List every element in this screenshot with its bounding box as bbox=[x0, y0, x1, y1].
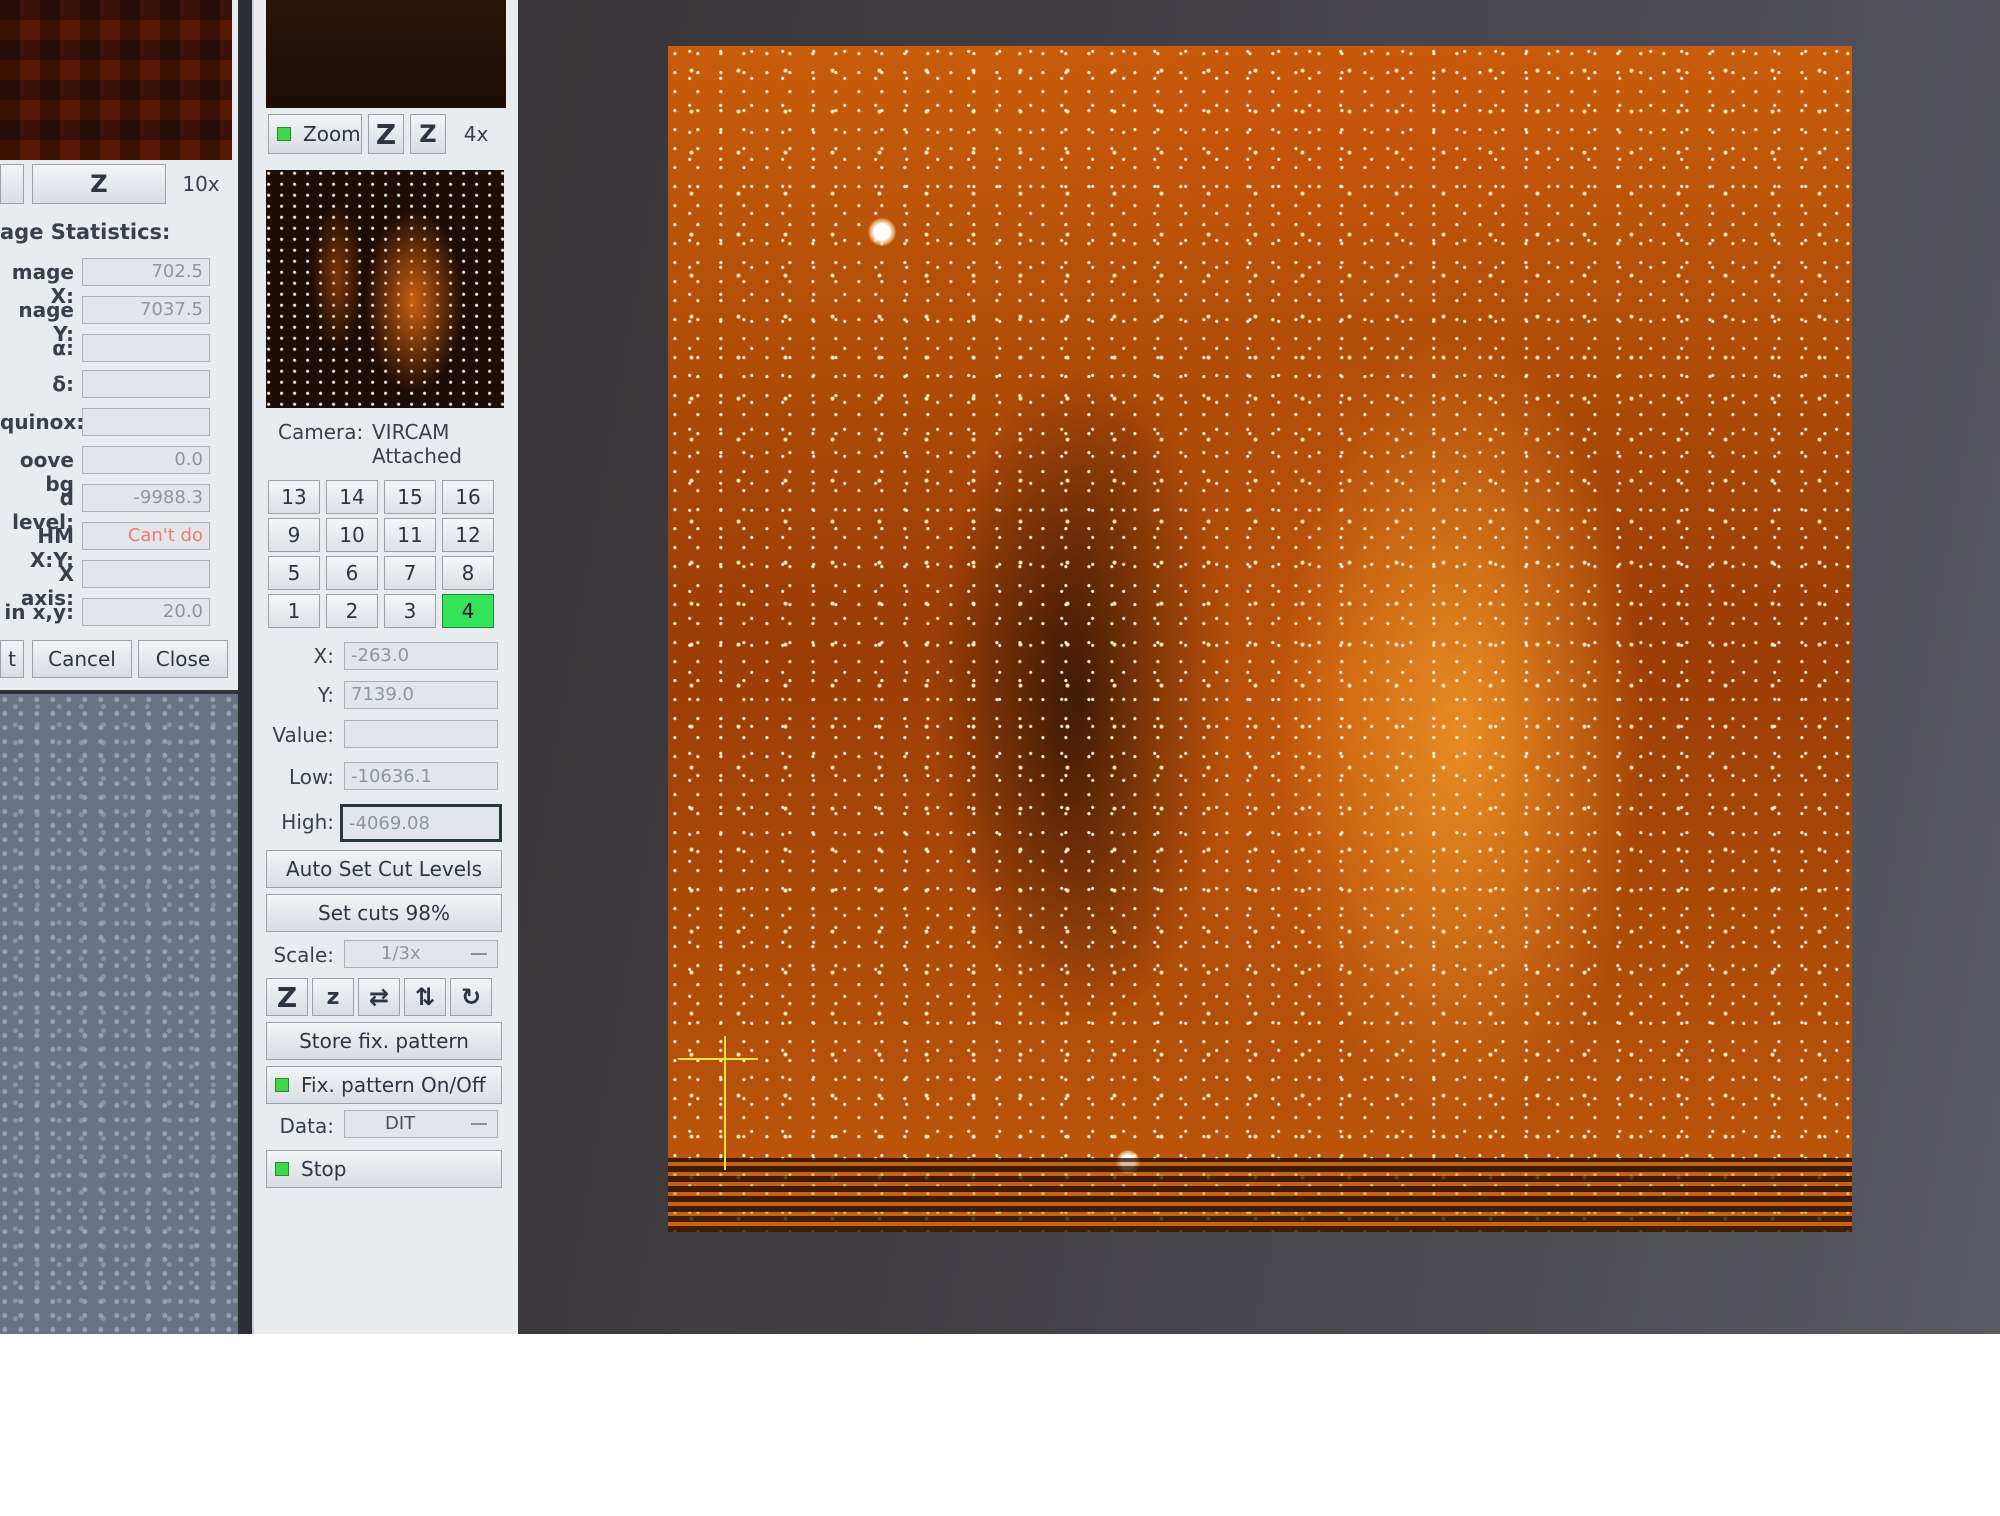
dropdown-icon bbox=[471, 953, 487, 955]
x-label: X: bbox=[313, 644, 334, 668]
detector-button-7[interactable]: 7 bbox=[384, 556, 436, 590]
camera-name: VIRCAM bbox=[372, 420, 450, 444]
detector-button-13[interactable]: 13 bbox=[268, 480, 320, 514]
crosshair-vertical bbox=[724, 1036, 726, 1170]
zoom-in-icon-button[interactable]: Z bbox=[266, 978, 308, 1016]
stats-window: Z 10x age Statistics: mage X: 702.5 nage Y… bbox=[0, 0, 242, 690]
detector-button-16[interactable]: 16 bbox=[442, 480, 494, 514]
data-select[interactable]: DIT bbox=[344, 1110, 498, 1138]
stat-value bbox=[82, 408, 210, 436]
data-label: Data: bbox=[279, 1114, 335, 1138]
stat-value: 7037.5 bbox=[82, 296, 210, 324]
desktop-background bbox=[0, 694, 238, 1334]
bright-star bbox=[868, 218, 896, 246]
low-input[interactable] bbox=[344, 762, 498, 790]
stat-value: 702.5 bbox=[82, 258, 210, 286]
y-field: 7139.0 bbox=[344, 681, 498, 709]
detector-button-11[interactable]: 11 bbox=[384, 518, 436, 552]
stat-value: 20.0 bbox=[82, 598, 210, 626]
fix-pattern-led-icon bbox=[275, 1078, 289, 1092]
stat-value bbox=[82, 370, 210, 398]
high-label: High: bbox=[281, 810, 334, 834]
stats-zoom-button[interactable]: Z bbox=[32, 164, 166, 204]
y-label: Y: bbox=[317, 683, 334, 707]
detector-button-2[interactable]: 2 bbox=[326, 594, 378, 628]
value-field bbox=[344, 720, 498, 748]
detector-button-14[interactable]: 14 bbox=[326, 480, 378, 514]
monitor-screen: Z 10x age Statistics: mage X: 702.5 nage Y… bbox=[0, 0, 2000, 1334]
stop-toggle[interactable]: Stop bbox=[266, 1150, 502, 1188]
stat-label: δ: bbox=[52, 372, 74, 396]
stat-value: 0.0 bbox=[82, 446, 210, 474]
stat-label: α: bbox=[52, 336, 74, 360]
crosshair-horizontal bbox=[678, 1058, 758, 1060]
panel-zoom-factor: 4x bbox=[463, 122, 489, 146]
window-gap bbox=[238, 0, 252, 1334]
cancel-button[interactable]: Cancel bbox=[32, 640, 132, 678]
stats-prev-button[interactable] bbox=[0, 164, 24, 204]
detector-button-9[interactable]: 9 bbox=[268, 518, 320, 552]
low-label: Low: bbox=[288, 765, 334, 789]
camera-status: Attached bbox=[372, 444, 462, 468]
detector-button-8[interactable]: 8 bbox=[442, 556, 494, 590]
stats-left-button[interactable]: t bbox=[0, 640, 24, 678]
zoom-in-button[interactable]: Z bbox=[368, 114, 404, 154]
dropdown-icon bbox=[471, 1123, 487, 1125]
detector-grid: 13 14 15 16 9 10 11 12 5 6 7 8 1 2 3 4 bbox=[266, 478, 506, 634]
detector-button-6[interactable]: 6 bbox=[326, 556, 378, 590]
detector-button-15[interactable]: 15 bbox=[384, 480, 436, 514]
stat-value bbox=[82, 560, 210, 588]
stat-value: -9988.3 bbox=[82, 484, 210, 512]
stat-value bbox=[82, 334, 210, 362]
rotate-icon[interactable]: ↻ bbox=[450, 978, 492, 1016]
stats-zoom-preview bbox=[0, 0, 232, 160]
flip-horizontal-icon[interactable]: ⇄ bbox=[358, 978, 400, 1016]
main-image-canvas[interactable] bbox=[668, 46, 1852, 1232]
detector-button-12[interactable]: 12 bbox=[442, 518, 494, 552]
set-cuts-button[interactable]: Set cuts 98% bbox=[266, 894, 502, 932]
detector-button-3[interactable]: 3 bbox=[384, 594, 436, 628]
detector-button-5[interactable]: 5 bbox=[268, 556, 320, 590]
flip-vertical-icon[interactable]: ⇅ bbox=[404, 978, 446, 1016]
bottom-artifact-band bbox=[668, 1158, 1852, 1232]
zoom-out-button[interactable]: Z bbox=[410, 114, 446, 154]
camera-label: Camera: bbox=[278, 420, 364, 444]
stats-heading: age Statistics: bbox=[0, 220, 171, 244]
scale-label: Scale: bbox=[273, 943, 334, 967]
star-field bbox=[668, 46, 1852, 1232]
stop-led-icon bbox=[275, 1162, 289, 1176]
store-fix-pattern-button[interactable]: Store fix. pattern bbox=[266, 1022, 502, 1060]
zoom-out-icon-button[interactable]: z bbox=[312, 978, 354, 1016]
stats-zoom-factor: 10x bbox=[182, 172, 220, 196]
detector-button-1[interactable]: 1 bbox=[268, 594, 320, 628]
high-input[interactable] bbox=[340, 804, 502, 842]
auto-set-cut-levels-button[interactable]: Auto Set Cut Levels bbox=[266, 850, 502, 888]
close-button[interactable]: Close bbox=[138, 640, 228, 678]
panner-thumbnail[interactable] bbox=[266, 170, 504, 408]
zoom-toggle-button[interactable]: Zoom bbox=[268, 114, 362, 154]
control-panel: Zoom Z Z 4x Camera: VIRCAM Attached 13 14… bbox=[252, 0, 518, 1334]
stat-label: quinox: bbox=[0, 410, 85, 434]
detector-button-10[interactable]: 10 bbox=[326, 518, 378, 552]
stat-label: in x,y: bbox=[4, 600, 74, 624]
zoom-led-icon bbox=[277, 127, 291, 141]
value-label: Value: bbox=[272, 723, 334, 747]
fix-pattern-toggle[interactable]: Fix. pattern On/Off bbox=[266, 1066, 502, 1104]
panner-top bbox=[266, 0, 506, 108]
x-field: -263.0 bbox=[344, 642, 498, 670]
detector-button-4[interactable]: 4 bbox=[442, 594, 494, 628]
stat-value: Can't do bbox=[82, 522, 210, 550]
scale-select[interactable]: 1/3x bbox=[344, 940, 498, 968]
